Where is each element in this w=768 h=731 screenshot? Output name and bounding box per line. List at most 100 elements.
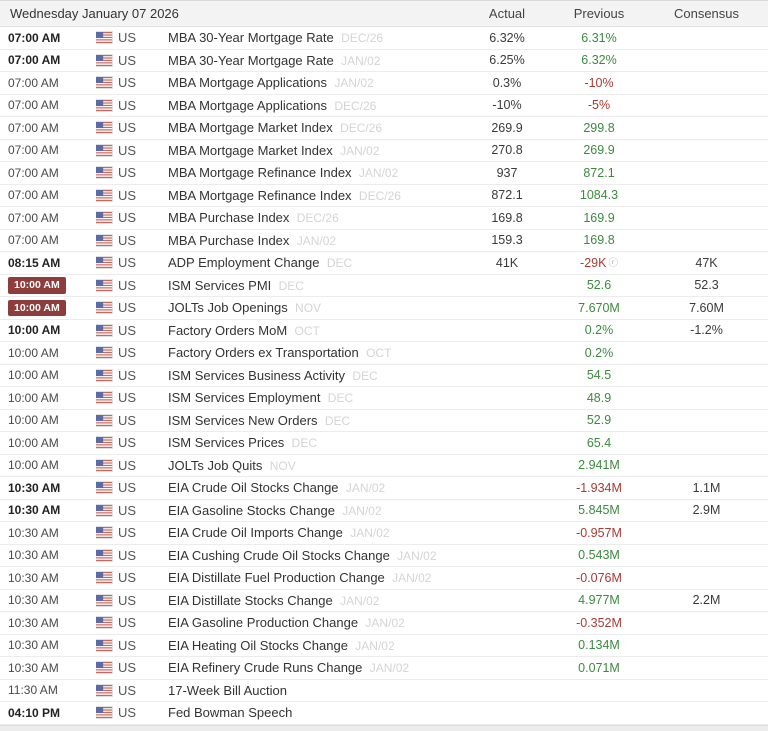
event-title: EIA Crude Oil Imports Change	[168, 525, 343, 540]
calendar-event-row[interactable]: 10:30 AM US EIA Gasoline Production Chan…	[0, 612, 768, 635]
event-name-link[interactable]: ISM Services Employment DEC	[168, 390, 461, 405]
calendar-event-row[interactable]: 08:15 AM US ADP Employment Change DEC 41…	[0, 252, 768, 275]
event-name-link[interactable]: EIA Cushing Crude Oil Stocks Change JAN/…	[168, 548, 461, 563]
event-country: US	[96, 413, 168, 428]
country-code-label: US	[118, 278, 136, 293]
country-code-label: US	[118, 323, 136, 338]
event-name-link[interactable]: ISM Services Business Activity DEC	[168, 368, 461, 383]
event-name-link[interactable]: MBA Mortgage Refinance Index JAN/02	[168, 165, 461, 180]
event-country: US	[96, 435, 168, 450]
actual-value: 6.25%	[461, 53, 553, 67]
calendar-event-row[interactable]: 10:30 AM US EIA Gasoline Stocks Change J…	[0, 500, 768, 523]
event-name-link[interactable]: 17-Week Bill Auction	[168, 683, 461, 698]
calendar-event-row[interactable]: 10:00 AM US ISM Services PMI DEC 52.6 52…	[0, 275, 768, 298]
event-name-link[interactable]: JOLTs Job Quits NOV	[168, 458, 461, 473]
country-code-label: US	[118, 345, 136, 360]
country-code-label: US	[118, 660, 136, 675]
calendar-event-row[interactable]: 07:00 AM US MBA Purchase Index DEC/26 16…	[0, 207, 768, 230]
event-period-label: JAN/02	[366, 661, 409, 675]
calendar-event-row[interactable]: 07:00 AM US MBA 30-Year Mortgage Rate JA…	[0, 50, 768, 73]
calendar-event-row[interactable]: 11:30 AM US 17-Week Bill Auction	[0, 680, 768, 703]
calendar-event-row[interactable]: 10:00 AM US JOLTs Job Quits NOV 2.941M	[0, 455, 768, 478]
column-header-actual: Actual	[461, 6, 553, 21]
event-period-label: DEC/26	[337, 121, 382, 135]
us-flag-icon	[96, 482, 112, 493]
actual-value: 269.9	[461, 121, 553, 135]
event-title: EIA Gasoline Production Change	[168, 615, 358, 630]
previous-value: 2.941M	[553, 458, 645, 472]
calendar-event-row[interactable]: 10:30 AM US EIA Heating Oil Stocks Chang…	[0, 635, 768, 658]
country-code-label: US	[118, 413, 136, 428]
event-name-link[interactable]: ADP Employment Change DEC	[168, 255, 461, 270]
event-name-link[interactable]: EIA Crude Oil Imports Change JAN/02	[168, 525, 461, 540]
previous-value: 48.9	[553, 391, 645, 405]
event-name-link[interactable]: ISM Services PMI DEC	[168, 278, 461, 293]
calendar-event-row[interactable]: 10:30 AM US EIA Refinery Crude Runs Chan…	[0, 657, 768, 680]
event-name-link[interactable]: MBA Mortgage Market Index JAN/02	[168, 143, 461, 158]
calendar-rows: 07:00 AM US MBA 30-Year Mortgage Rate DE…	[0, 27, 768, 725]
event-name-link[interactable]: MBA Mortgage Refinance Index DEC/26	[168, 188, 461, 203]
event-name-link[interactable]: EIA Gasoline Production Change JAN/02	[168, 615, 461, 630]
calendar-event-row[interactable]: 07:00 AM US MBA Mortgage Market Index DE…	[0, 117, 768, 140]
event-country: US	[96, 165, 168, 180]
calendar-event-row[interactable]: 07:00 AM US MBA Purchase Index JAN/02 15…	[0, 230, 768, 253]
event-name-link[interactable]: MBA Purchase Index DEC/26	[168, 210, 461, 225]
calendar-event-row[interactable]: 10:00 AM US JOLTs Job Openings NOV 7.670…	[0, 297, 768, 320]
event-name-link[interactable]: EIA Gasoline Stocks Change JAN/02	[168, 503, 461, 518]
event-name-link[interactable]: MBA Mortgage Market Index DEC/26	[168, 120, 461, 135]
event-time: 10:30 AM	[0, 661, 96, 675]
calendar-event-row[interactable]: 10:00 AM US ISM Services Prices DEC 65.4	[0, 432, 768, 455]
event-name-link[interactable]: EIA Crude Oil Stocks Change JAN/02	[168, 480, 461, 495]
calendar-event-row[interactable]: 04:10 PM US Fed Bowman Speech	[0, 702, 768, 725]
event-name-link[interactable]: EIA Distillate Fuel Production Change JA…	[168, 570, 461, 585]
event-name-link[interactable]: ISM Services Prices DEC	[168, 435, 461, 450]
calendar-event-row[interactable]: 10:00 AM US ISM Services Employment DEC …	[0, 387, 768, 410]
event-name-link[interactable]: ISM Services New Orders DEC	[168, 413, 461, 428]
event-name-link[interactable]: MBA Purchase Index JAN/02	[168, 233, 461, 248]
event-country: US	[96, 660, 168, 675]
calendar-event-row[interactable]: 07:00 AM US MBA Mortgage Refinance Index…	[0, 162, 768, 185]
calendar-event-row[interactable]: 07:00 AM US MBA 30-Year Mortgage Rate DE…	[0, 27, 768, 50]
previous-value: 1084.3	[553, 188, 645, 202]
event-name-link[interactable]: EIA Refinery Crude Runs Change JAN/02	[168, 660, 461, 675]
event-title: Fed Bowman Speech	[168, 705, 292, 720]
event-country: US	[96, 255, 168, 270]
us-flag-icon	[96, 685, 112, 696]
event-name-link[interactable]: Factory Orders ex Transportation OCT	[168, 345, 461, 360]
event-name-link[interactable]: Factory Orders MoM OCT	[168, 323, 461, 338]
calendar-event-row[interactable]: 10:00 AM US Factory Orders MoM OCT 0.2% …	[0, 320, 768, 343]
event-time: 07:00 AM	[0, 166, 96, 180]
calendar-event-row[interactable]: 07:00 AM US MBA Mortgage Applications JA…	[0, 72, 768, 95]
event-name-link[interactable]: MBA Mortgage Applications DEC/26	[168, 98, 461, 113]
calendar-event-row[interactable]: 10:30 AM US EIA Distillate Stocks Change…	[0, 590, 768, 613]
calendar-event-row[interactable]: 10:30 AM US EIA Cushing Crude Oil Stocks…	[0, 545, 768, 568]
event-name-link[interactable]: JOLTs Job Openings NOV	[168, 300, 461, 315]
us-flag-icon	[96, 370, 112, 381]
event-name-link[interactable]: EIA Distillate Stocks Change JAN/02	[168, 593, 461, 608]
event-title: ISM Services Business Activity	[168, 368, 345, 383]
calendar-event-row[interactable]: 07:00 AM US MBA Mortgage Market Index JA…	[0, 140, 768, 163]
event-name-link[interactable]: EIA Heating Oil Stocks Change JAN/02	[168, 638, 461, 653]
event-period-label: OCT	[363, 346, 392, 360]
us-flag-icon	[96, 302, 112, 313]
previous-value: -0.352M	[553, 616, 645, 630]
calendar-event-row[interactable]: 10:00 AM US Factory Orders ex Transporta…	[0, 342, 768, 365]
us-flag-icon	[96, 392, 112, 403]
event-title: MBA Mortgage Refinance Index	[168, 165, 352, 180]
calendar-event-row[interactable]: 07:00 AM US MBA Mortgage Refinance Index…	[0, 185, 768, 208]
event-period-label: DEC	[288, 436, 317, 450]
event-title: EIA Refinery Crude Runs Change	[168, 660, 362, 675]
calendar-event-row[interactable]: 07:00 AM US MBA Mortgage Applications DE…	[0, 95, 768, 118]
calendar-event-row[interactable]: 10:30 AM US EIA Distillate Fuel Producti…	[0, 567, 768, 590]
calendar-event-row[interactable]: 10:00 AM US ISM Services New Orders DEC …	[0, 410, 768, 433]
calendar-event-row[interactable]: 10:00 AM US ISM Services Business Activi…	[0, 365, 768, 388]
calendar-event-row[interactable]: 10:30 AM US EIA Crude Oil Stocks Change …	[0, 477, 768, 500]
event-name-link[interactable]: MBA Mortgage Applications JAN/02	[168, 75, 461, 90]
event-country: US	[96, 570, 168, 585]
event-name-link[interactable]: MBA 30-Year Mortgage Rate DEC/26	[168, 30, 461, 45]
calendar-event-row[interactable]: 10:30 AM US EIA Crude Oil Imports Change…	[0, 522, 768, 545]
event-title: MBA 30-Year Mortgage Rate	[168, 53, 334, 68]
event-name-link[interactable]: MBA 30-Year Mortgage Rate JAN/02	[168, 53, 461, 68]
consensus-value: 47K	[645, 256, 768, 270]
event-name-link[interactable]: Fed Bowman Speech	[168, 705, 461, 720]
